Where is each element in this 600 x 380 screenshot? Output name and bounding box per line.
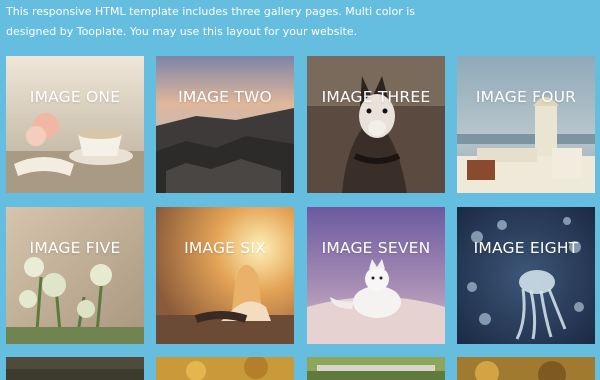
gallery-item-image-five[interactable]: IMAGE FIVE [6, 207, 144, 344]
gallery-item-image-one[interactable]: IMAGE ONE [6, 56, 144, 193]
teacup-flowers-photo [6, 56, 144, 193]
gallery-item-partial[interactable] [457, 357, 595, 380]
husky-dog-photo [307, 56, 445, 193]
gallery-item-image-two[interactable]: IMAGE TWO [156, 56, 294, 193]
gallery-item-label: IMAGE EIGHT [473, 239, 579, 257]
gallery-item-label: IMAGE TWO [178, 88, 272, 106]
gallery-item-image-seven[interactable]: IMAGE SEVEN [307, 207, 445, 344]
gallery-item-image-six[interactable]: IMAGE SIX [156, 207, 294, 344]
gallery-item-image-four[interactable]: IMAGE FOUR [457, 56, 595, 193]
gallery-item-partial[interactable] [156, 357, 294, 380]
gallery-item-label: IMAGE SIX [184, 239, 266, 257]
white-villa-sea-photo [457, 56, 595, 193]
girl-sunset-photo [156, 207, 294, 344]
garden-photo [307, 357, 445, 380]
arctic-fox-photo [307, 207, 445, 344]
gallery-item-image-eight[interactable]: IMAGE EIGHT [457, 207, 595, 344]
image-gallery: IMAGE ONE IMAGE TWO IMAGE THREE IMAGE FO… [0, 0, 600, 380]
autumn-trees-photo [457, 357, 595, 380]
gallery-item-partial[interactable] [307, 357, 445, 380]
rocky-coast-sunset-photo [156, 56, 294, 193]
dark-landscape-photo [6, 357, 144, 380]
gallery-item-label: IMAGE ONE [29, 88, 121, 106]
gallery-item-image-three[interactable]: IMAGE THREE [307, 56, 445, 193]
gallery-item-label: IMAGE FOUR [475, 88, 577, 106]
gallery-item-label: IMAGE THREE [321, 88, 431, 106]
gallery-item-label: IMAGE FIVE [29, 239, 121, 257]
white-wildflowers-photo [6, 207, 144, 344]
gallery-item-label: IMAGE SEVEN [321, 239, 431, 257]
golden-leaves-photo [156, 357, 294, 380]
jellyfish-photo [457, 207, 595, 344]
gallery-item-partial[interactable] [6, 357, 144, 380]
